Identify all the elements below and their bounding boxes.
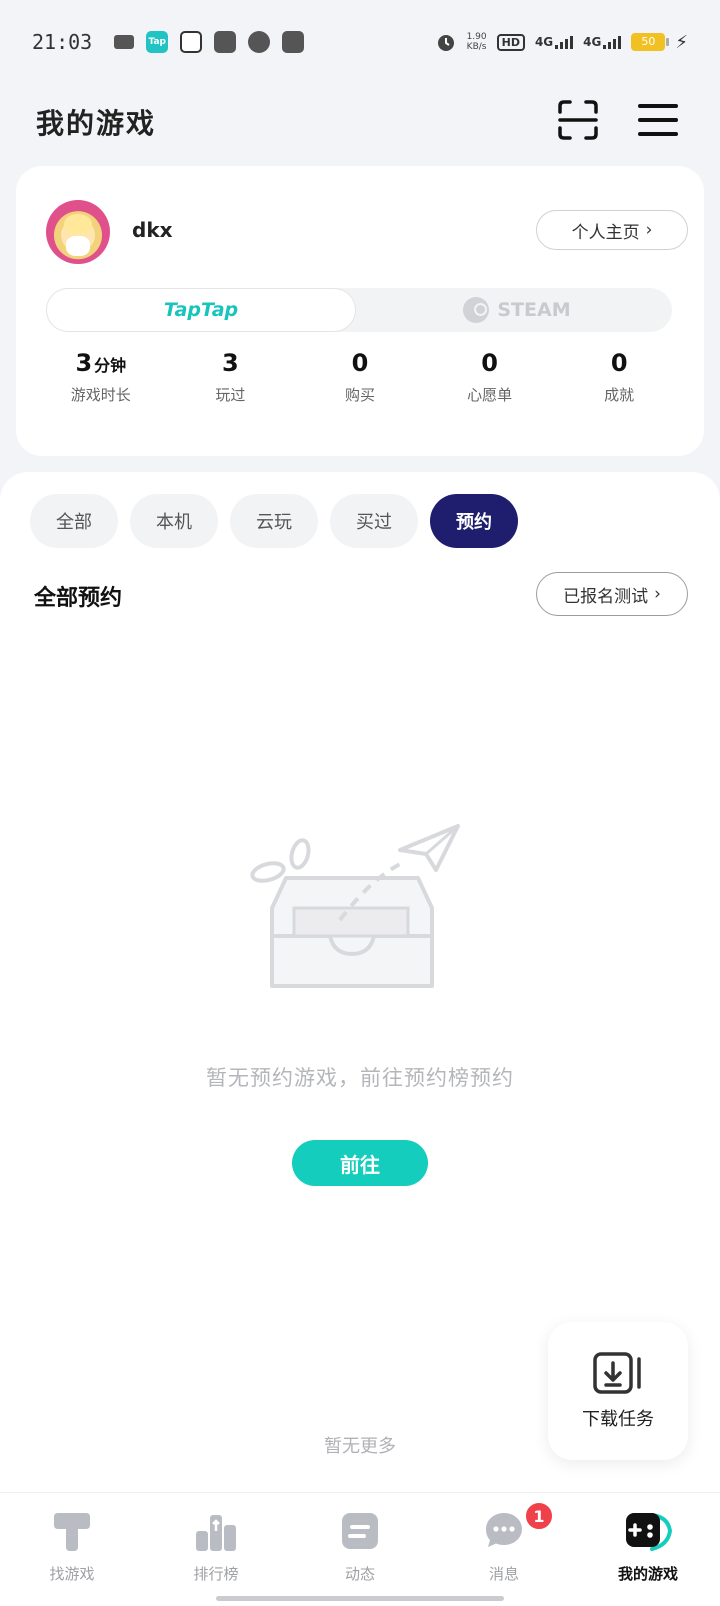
signal-2-label: 4G <box>583 35 602 49</box>
stat-unit: 分钟 <box>94 356 127 375</box>
nav-item-find-game[interactable]: 找游戏 <box>0 1493 144 1606</box>
profile-card: dkx 个人主页 › TapTap STEAM 3 分钟 游戏时长 3 玩过 0 … <box>16 166 704 456</box>
menu-icon[interactable] <box>636 98 680 142</box>
message-icon <box>486 1513 522 1547</box>
stat-achievements[interactable]: 0 成就 <box>554 346 684 405</box>
nav-label: 消息 <box>488 1565 519 1583</box>
scan-icon[interactable] <box>556 98 600 142</box>
chevron-right-icon: › <box>645 220 653 240</box>
video-icon <box>114 35 135 49</box>
username[interactable]: dkx <box>132 218 173 242</box>
status-right: 1.90 KB/s HD 4G 4G 50 ⚡ <box>435 31 688 53</box>
home-indicator[interactable] <box>216 1596 504 1601</box>
section-title: 全部预约 <box>34 586 123 611</box>
stat-playtime[interactable]: 3 分钟 游戏时长 <box>36 346 166 405</box>
taptap-app-icon: Tap <box>146 31 169 53</box>
goto-button[interactable]: 前往 <box>292 1140 428 1186</box>
stat-label: 购买 <box>344 386 375 404</box>
nav-label: 找游戏 <box>49 1565 95 1583</box>
stat-purchased[interactable]: 0 购买 <box>295 346 425 405</box>
signal-2: 4G <box>583 35 622 49</box>
header: 我的游戏 <box>0 84 720 160</box>
wechat-icon <box>248 31 271 53</box>
nav-item-feed[interactable]: 动态 <box>288 1493 432 1606</box>
nav-item-messages[interactable]: 1 消息 <box>432 1493 576 1606</box>
platform-switch: TapTap STEAM <box>46 288 672 332</box>
filter-chip-all[interactable]: 全部 <box>30 494 118 548</box>
feed-icon <box>342 1513 378 1549</box>
alarm-icon <box>437 35 454 51</box>
signal-1-label: 4G <box>534 35 554 49</box>
filter-chip-local[interactable]: 本机 <box>130 494 218 548</box>
my-games-icon <box>626 1513 673 1551</box>
stat-value: 0 <box>351 349 369 377</box>
empty-inbox-illustration <box>250 824 460 988</box>
platform-tab-steam-label: STEAM <box>497 299 571 321</box>
download-icon <box>593 1352 641 1394</box>
nav-item-my-games[interactable]: 我的游戏 <box>576 1493 720 1606</box>
filter-chips: 全部 本机 云玩 买过 预约 <box>30 494 518 548</box>
stat-label: 玩过 <box>215 386 246 404</box>
bottom-nav: 找游戏 排行榜 动态 1 消息 我的游戏 <box>0 1492 720 1606</box>
download-tasks-button[interactable]: 下载任务 <box>548 1322 688 1460</box>
avatar[interactable] <box>46 200 110 264</box>
panda-app-icon <box>180 31 203 53</box>
stat-value: 3 分钟 <box>36 346 166 380</box>
stat-number: 3 <box>75 349 93 377</box>
tested-button-label: 已报名测试 <box>563 586 649 607</box>
nav-label: 动态 <box>344 1565 375 1583</box>
homepage-button[interactable]: 个人主页 › <box>536 210 688 250</box>
nav-item-leaderboard[interactable]: 排行榜 <box>144 1493 288 1606</box>
signal-bars-icon <box>555 35 574 49</box>
battery-icon: 50 <box>631 33 670 51</box>
filter-chip-cloud[interactable]: 云玩 <box>230 494 318 548</box>
stat-value: 0 <box>610 349 628 377</box>
leaderboard-icon <box>196 1515 236 1551</box>
message-badge: 1 <box>524 1501 554 1531</box>
status-time: 21:03 <box>32 30 93 54</box>
stat-wishlist[interactable]: 0 心愿单 <box>425 346 555 405</box>
stat-value: 0 <box>481 349 498 377</box>
stat-label: 游戏时长 <box>70 386 131 404</box>
steam-icon <box>463 297 490 323</box>
page-title: 我的游戏 <box>36 107 157 140</box>
signal-bars-icon <box>603 35 622 49</box>
status-bar: 21:03 Tap 1.90 KB/s HD 4G 4G 50 ⚡ <box>0 0 720 84</box>
stat-played[interactable]: 3 玩过 <box>166 346 296 405</box>
homepage-label: 个人主页 <box>571 222 640 243</box>
database-app-icon <box>214 31 237 53</box>
platform-tab-taptap[interactable]: TapTap <box>46 288 356 332</box>
net-speed-value: 1.90 <box>466 32 487 42</box>
status-left: 21:03 Tap <box>32 30 305 54</box>
alipay-icon <box>282 31 305 53</box>
chevron-right-icon: › <box>654 584 661 604</box>
net-speed: 1.90 KB/s <box>467 32 487 52</box>
empty-message: 暂无预约游戏，前往预约榜预约 <box>206 1066 514 1090</box>
stat-label: 心愿单 <box>467 386 513 404</box>
stat-value: 3 <box>222 349 239 377</box>
filter-chip-bought[interactable]: 买过 <box>330 494 418 548</box>
hd-badge: HD <box>496 33 525 51</box>
filter-chip-reserved[interactable]: 预约 <box>430 494 518 548</box>
nav-label: 排行榜 <box>193 1565 239 1583</box>
find-game-icon <box>54 1513 90 1551</box>
stats-row: 3 分钟 游戏时长 3 玩过 0 购买 0 心愿单 0 成就 <box>36 346 684 405</box>
stat-label: 成就 <box>604 386 635 404</box>
nav-label: 我的游戏 <box>617 1565 678 1583</box>
signal-1: 4G <box>534 35 574 49</box>
platform-tab-steam[interactable]: STEAM <box>362 288 672 332</box>
tested-button[interactable]: 已报名测试 › <box>536 572 688 616</box>
net-speed-unit: KB/s <box>466 42 487 52</box>
download-tasks-label: 下载任务 <box>582 1409 654 1430</box>
charging-icon: ⚡ <box>675 31 688 53</box>
